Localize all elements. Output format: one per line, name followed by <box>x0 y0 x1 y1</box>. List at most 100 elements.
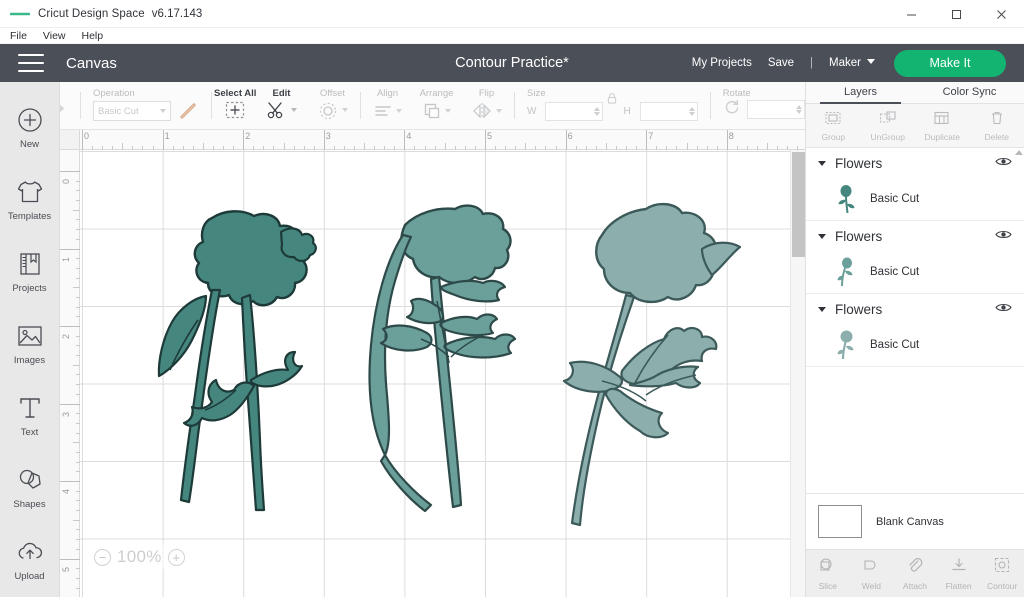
ruler-v-minor-tick <box>73 520 80 521</box>
machine-selector[interactable]: Maker <box>829 57 861 69</box>
left-sidebar: New Templates Projects Images Text <box>0 82 60 597</box>
chevron-down-icon[interactable] <box>867 59 876 68</box>
layer-row[interactable]: Basic Cut <box>806 324 1024 366</box>
sidebar-item-shapes[interactable]: Shapes <box>0 450 59 522</box>
rotate-group: Rotate <box>713 82 815 129</box>
duplicate-button[interactable]: Duplicate <box>915 110 970 142</box>
attach-button[interactable]: Attach <box>893 556 937 591</box>
ruler-h-tick-label: 4 <box>406 131 411 141</box>
layer-group-header[interactable]: Flowers <box>806 148 1024 178</box>
operation-select[interactable]: Basic Cut <box>93 101 171 121</box>
ruler-v-minor-tick <box>73 365 80 366</box>
tab-color-sync[interactable]: Color Sync <box>915 82 1024 103</box>
close-icon[interactable] <box>979 0 1024 28</box>
layer-group-header[interactable]: Flowers <box>806 294 1024 324</box>
canvas-area[interactable]: 01234567891011 01234567 <box>60 130 805 597</box>
eye-icon[interactable] <box>995 154 1012 172</box>
scissors-icon[interactable] <box>266 99 297 121</box>
edit-label: Edit <box>256 88 307 99</box>
chevron-down-icon <box>160 109 166 113</box>
ruler-v-minor-tick <box>73 210 80 211</box>
header-separator: | <box>810 57 813 69</box>
width-stepper[interactable] <box>594 107 600 116</box>
toolbar-divider <box>360 92 361 119</box>
flower-thumb-icon <box>834 183 860 215</box>
my-projects-link[interactable]: My Projects <box>692 57 752 69</box>
sidebar-label-images: Images <box>14 355 45 366</box>
select-all-icon[interactable] <box>224 99 246 121</box>
menu-item-file[interactable]: File <box>2 28 35 44</box>
caret-down-icon[interactable] <box>818 234 826 239</box>
weld-button[interactable]: Weld <box>850 556 894 591</box>
eye-icon[interactable] <box>995 300 1012 318</box>
flatten-button[interactable]: Flatten <box>937 556 981 591</box>
minimize-icon[interactable] <box>889 0 934 28</box>
slice-button[interactable]: Slice <box>806 556 850 591</box>
layer-actions: Group UnGroup Duplicate Delete <box>806 104 1024 148</box>
height-input[interactable] <box>640 102 698 121</box>
caret-down-icon[interactable] <box>818 161 826 166</box>
sidebar-label-upload: Upload <box>14 571 44 582</box>
rotate-stepper[interactable] <box>796 105 802 114</box>
plus-circle-icon[interactable]: + <box>168 549 185 566</box>
rotate-icon[interactable] <box>723 98 741 121</box>
size-label: Size <box>527 88 545 99</box>
scrollbar-thumb[interactable] <box>792 152 805 257</box>
maximize-icon[interactable] <box>934 0 979 28</box>
rotate-input[interactable] <box>747 100 805 119</box>
canvas-color-swatch[interactable] <box>818 505 862 538</box>
canvas-vertical-scrollbar[interactable] <box>790 150 805 597</box>
offset-icon[interactable] <box>317 99 348 121</box>
layers-list[interactable]: Flowers Basic Cut Flowers <box>806 148 1024 493</box>
width-label: W <box>527 106 536 117</box>
sidebar-item-text[interactable]: Text <box>0 378 59 450</box>
align-icon[interactable] <box>373 101 402 121</box>
minus-circle-icon[interactable]: − <box>94 549 111 566</box>
save-button[interactable]: Save <box>768 57 794 69</box>
layer-group-name: Flowers <box>835 229 882 244</box>
blank-canvas-row[interactable]: Blank Canvas <box>806 493 1024 549</box>
sidebar-item-projects[interactable]: Projects <box>0 234 59 306</box>
duplicate-icon <box>933 110 951 131</box>
layers-scrollbar[interactable] <box>1015 150 1023 491</box>
sidebar-item-images[interactable]: Images <box>0 306 59 378</box>
menu-item-help[interactable]: Help <box>74 28 112 44</box>
toolbar-divider <box>514 92 515 119</box>
caret-down-icon[interactable] <box>818 307 826 312</box>
sidebar-item-upload[interactable]: Upload <box>0 522 59 594</box>
operation-group: Operation Basic Cut <box>83 82 209 129</box>
layer-group-name: Flowers <box>835 302 882 317</box>
canvas-artwork <box>80 150 805 597</box>
width-input[interactable] <box>545 102 603 121</box>
delete-button[interactable]: Delete <box>970 110 1024 142</box>
menu-item-view[interactable]: View <box>35 28 74 44</box>
sidebar-item-new[interactable]: New <box>0 90 59 162</box>
eye-icon[interactable] <box>995 227 1012 245</box>
sidebar-label-templates: Templates <box>8 211 51 222</box>
pencil-swatch-icon[interactable] <box>177 101 199 121</box>
tab-layers[interactable]: Layers <box>806 82 915 103</box>
weld-label: Weld <box>862 581 881 591</box>
hamburger-menu-icon[interactable] <box>18 54 44 72</box>
horizontal-ruler: 01234567891011 <box>60 130 805 150</box>
ruler-h-minor-tick <box>606 143 607 150</box>
arrange-icon[interactable] <box>422 101 451 121</box>
flip-icon[interactable] <box>471 101 502 121</box>
app-header: Canvas Contour Practice* My Projects Sav… <box>0 44 1024 82</box>
group-button[interactable]: Group <box>806 110 861 142</box>
contour-button[interactable]: Contour <box>980 556 1024 591</box>
height-stepper[interactable] <box>689 107 695 116</box>
ungroup-button[interactable]: UnGroup <box>861 110 916 142</box>
canvas-grid[interactable] <box>80 150 790 597</box>
layer-row[interactable]: Basic Cut <box>806 178 1024 220</box>
ruler-h-minor-tick <box>687 143 688 150</box>
menu-bar: File View Help <box>0 28 1024 44</box>
scroll-up-arrow-icon[interactable] <box>1015 150 1023 155</box>
make-it-button[interactable]: Make It <box>894 50 1006 77</box>
layer-row[interactable]: Basic Cut <box>806 251 1024 293</box>
chevron-down-icon <box>445 109 451 113</box>
sidebar-item-templates[interactable]: Templates <box>0 162 59 234</box>
ruler-h-major-tick <box>566 130 567 150</box>
lock-icon[interactable] <box>606 92 618 110</box>
layer-group-header[interactable]: Flowers <box>806 221 1024 251</box>
